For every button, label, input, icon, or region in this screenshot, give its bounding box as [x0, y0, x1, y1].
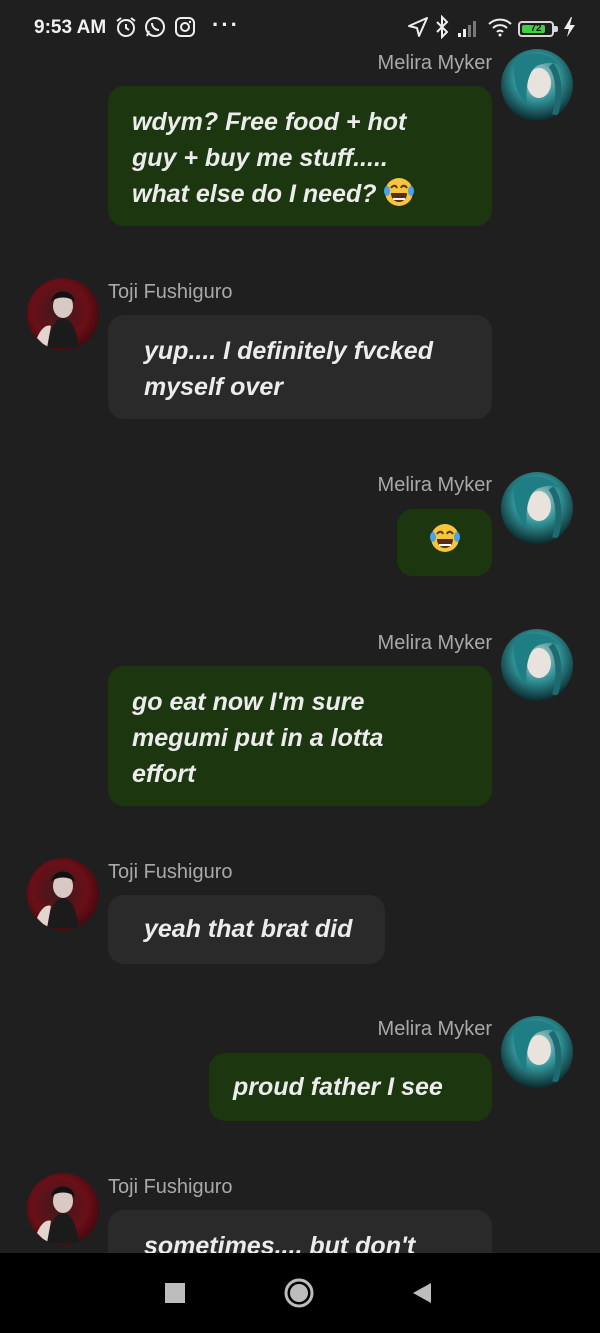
avatar[interactable]	[27, 1173, 99, 1245]
whatsapp-icon	[143, 15, 167, 39]
avatar[interactable]	[27, 858, 99, 930]
sender-name: Melira Myker	[377, 632, 492, 654]
status-time: 9:53 AM	[34, 17, 107, 38]
more-dots-icon: ···	[212, 12, 240, 37]
charging-icon	[560, 15, 584, 39]
laughing-tears-emoji-icon	[383, 176, 415, 218]
message-text: proud father I see	[233, 1073, 443, 1101]
battery-level: 72	[530, 23, 542, 34]
circle-home-icon	[284, 1278, 314, 1308]
message-text: yeah that brat did	[144, 915, 353, 943]
sender-name: Melira Myker	[377, 474, 492, 496]
message-text: yup.... I definitely fvcked myself over	[144, 337, 433, 401]
back-triangle-icon	[413, 1283, 431, 1303]
bluetooth-icon	[430, 14, 454, 40]
message-bubble[interactable]: proud father I see	[209, 1053, 492, 1121]
avatar[interactable]	[501, 1016, 573, 1088]
message-text: go eat now I'm sure megumi put in a lott…	[132, 688, 384, 788]
sender-name: Toji Fushiguro	[108, 281, 233, 303]
message-bubble[interactable]	[397, 509, 492, 576]
avatar[interactable]	[501, 629, 573, 701]
status-bar: 9:53 AM ··· 72	[0, 0, 600, 56]
avatar[interactable]	[501, 49, 573, 121]
location-icon	[406, 15, 430, 39]
recent-apps-button[interactable]	[155, 1273, 195, 1313]
sender-name: Melira Myker	[377, 52, 492, 74]
wifi-icon	[487, 15, 512, 39]
laughing-tears-emoji-icon	[429, 522, 461, 564]
message-bubble[interactable]: yup.... I definitely fvcked myself over	[108, 315, 492, 419]
message-bubble[interactable]: go eat now I'm sure megumi put in a lott…	[108, 666, 492, 806]
square-icon	[165, 1283, 185, 1303]
instagram-icon	[173, 15, 197, 39]
message-bubble[interactable]: yeah that brat did	[108, 895, 385, 964]
avatar[interactable]	[501, 472, 573, 544]
message-text: wdym? Free food + hot guy + buy me stuff…	[132, 108, 407, 208]
message-bubble[interactable]: wdym? Free food + hot guy + buy me stuff…	[108, 86, 492, 226]
alarm-icon	[114, 15, 138, 39]
avatar[interactable]	[27, 278, 99, 350]
back-button[interactable]	[402, 1273, 442, 1313]
home-button[interactable]	[279, 1273, 319, 1313]
navigation-bar	[0, 1253, 600, 1333]
sender-name: Melira Myker	[377, 1018, 492, 1040]
battery-icon: 72	[518, 21, 558, 37]
sender-name: Toji Fushiguro	[108, 861, 233, 883]
signal-icon	[456, 15, 480, 39]
sender-name: Toji Fushiguro	[108, 1176, 233, 1198]
